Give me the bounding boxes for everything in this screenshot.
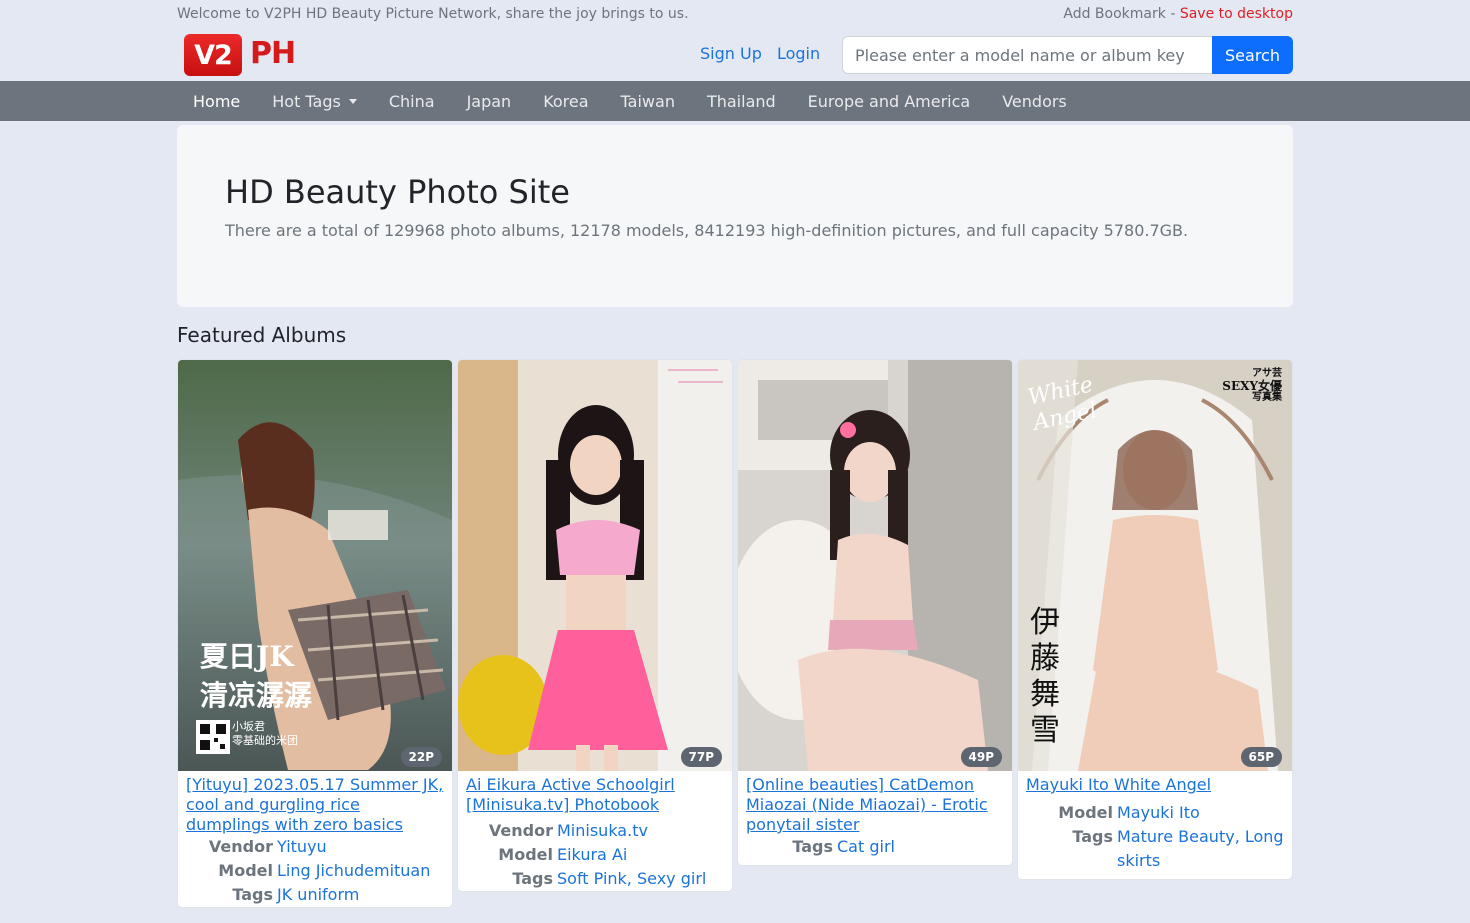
tag-link[interactable]: Soft Pink, Sexy girl (557, 867, 724, 891)
album-cover-image[interactable]: 77P (458, 360, 732, 771)
tags-label: Tags (512, 869, 553, 888)
album-title-link[interactable]: [Yituyu] 2023.05.17 Summer JK, cool and … (178, 771, 452, 835)
auth-links: Sign Up Login (700, 44, 830, 63)
save-to-desktop-link[interactable]: Save to desktop (1180, 6, 1293, 22)
vendor-label: Vendor (208, 837, 273, 856)
album-title-link[interactable]: [Online beauties] CatDemon Miaozai (Nide… (738, 771, 1012, 835)
welcome-text: Welcome to V2PH HD Beauty Picture Networ… (177, 6, 689, 22)
site-logo[interactable]: V2 PH (184, 34, 296, 76)
photo-count-badge: 22P (400, 747, 442, 767)
album-meta: Tags Cat girl (738, 835, 1012, 865)
photo-count-badge: 49P (960, 747, 1002, 767)
caret-down-icon (348, 98, 357, 104)
cover-brand: アサ芸 SEXY女優 写真集 (1222, 368, 1282, 404)
model-link[interactable]: Eikura Ai (557, 843, 724, 867)
cover-model-name: 伊藤舞雪 (1030, 605, 1060, 748)
nav-item-china[interactable]: China (373, 92, 451, 111)
nav-item-thailand[interactable]: Thailand (691, 92, 792, 111)
model-label: Model (218, 861, 273, 880)
login-link[interactable]: Login (777, 44, 820, 63)
search-form: Search (842, 36, 1293, 74)
hero-panel: HD Beauty Photo Site There are a total o… (177, 125, 1293, 307)
featured-albums-heading: Featured Albums (177, 323, 347, 347)
album-card[interactable]: 77P Ai Eikura Active Schoolgirl [Minisuk… (457, 359, 733, 892)
album-card[interactable]: 49P [Online beauties] CatDemon Miaozai (… (737, 359, 1013, 866)
nav-item-taiwan[interactable]: Taiwan (605, 92, 691, 111)
nav-item-hot-tags[interactable]: Hot Tags (256, 92, 373, 111)
album-card[interactable]: White Angel アサ芸 SEXY女優 写真集 伊藤舞雪 65P Mayu… (1017, 359, 1293, 880)
nav-item-hot-tags-label: Hot Tags (272, 91, 341, 111)
album-meta: Vendor Minisuka.tv Model Eikura Ai Tags … (458, 815, 732, 891)
album-cover-image[interactable]: White Angel アサ芸 SEXY女優 写真集 伊藤舞雪 65P (1018, 360, 1292, 771)
cover-brand-line-3: 写真集 (1252, 392, 1282, 403)
search-button[interactable]: Search (1212, 36, 1293, 74)
vendor-link[interactable]: Yituyu (277, 835, 444, 859)
nav-item-japan[interactable]: Japan (451, 92, 528, 111)
album-title-link[interactable]: Ai Eikura Active Schoolgirl [Minisuka.tv… (458, 771, 732, 815)
page-title: HD Beauty Photo Site (225, 173, 570, 211)
tag-link[interactable]: Mature Beauty, Long skirts (1117, 825, 1284, 873)
bookmark-links: Add Bookmark - Save to desktop (1063, 6, 1293, 22)
photo-count-badge: 65P (1240, 747, 1282, 767)
nav-item-korea[interactable]: Korea (527, 92, 604, 111)
album-card[interactable]: 夏日JK 清凉潺潺 小坂君 零基础的米团 22P [Yituyu] 2023.0… (177, 359, 453, 908)
model-label: Model (498, 845, 553, 864)
tag-link[interactable]: Cat girl (837, 835, 1004, 859)
nav-item-vendors[interactable]: Vendors (986, 92, 1083, 111)
logo-badge: V2 (184, 34, 242, 76)
model-link[interactable]: Ling Jichudemituan (277, 859, 444, 883)
album-meta: Vendor Yituyu Model Ling Jichudemituan T… (178, 835, 452, 907)
logo-suffix: PH (250, 36, 296, 71)
site-stats: There are a total of 129968 photo albums… (225, 221, 1189, 240)
nav-item-europe-america[interactable]: Europe and America (792, 92, 987, 111)
model-link[interactable]: Mayuki Ito (1117, 801, 1284, 825)
cover-small-text-2: 零基础的米团 (232, 734, 298, 747)
top-bar: Welcome to V2PH HD Beauty Picture Networ… (177, 0, 1293, 28)
nav-item-home[interactable]: Home (177, 92, 256, 111)
photo-count-badge: 77P (680, 747, 722, 767)
vendor-label: Vendor (488, 821, 553, 840)
tags-label: Tags (792, 837, 833, 856)
tags-label: Tags (1072, 827, 1113, 846)
bookmark-separator: - (1170, 6, 1176, 22)
cover-text-line-1: 夏日JK (200, 640, 294, 673)
cover-text-line-2: 清凉潺潺 (200, 679, 313, 712)
vendor-link[interactable]: Minisuka.tv (557, 819, 724, 843)
search-input[interactable] (842, 36, 1212, 74)
tags-label: Tags (232, 885, 273, 904)
album-meta: Model Mayuki Ito Tags Mature Beauty, Lon… (1018, 795, 1292, 879)
model-label: Model (1058, 803, 1113, 822)
add-bookmark-link[interactable]: Add Bookmark (1063, 6, 1165, 22)
cover-brand-line-2: SEXY女優 (1222, 379, 1282, 393)
signup-link[interactable]: Sign Up (700, 44, 762, 63)
site-header: V2 PH Sign Up Login Search (177, 28, 1293, 81)
main-nav: Home Hot Tags China Japan Korea Taiwan T… (0, 81, 1470, 121)
album-cover-image[interactable]: 夏日JK 清凉潺潺 小坂君 零基础的米团 22P (178, 360, 452, 771)
tag-link[interactable]: JK uniform (277, 883, 444, 907)
album-title-link[interactable]: Mayuki Ito White Angel (1018, 771, 1292, 795)
album-cover-image[interactable]: 49P (738, 360, 1012, 771)
